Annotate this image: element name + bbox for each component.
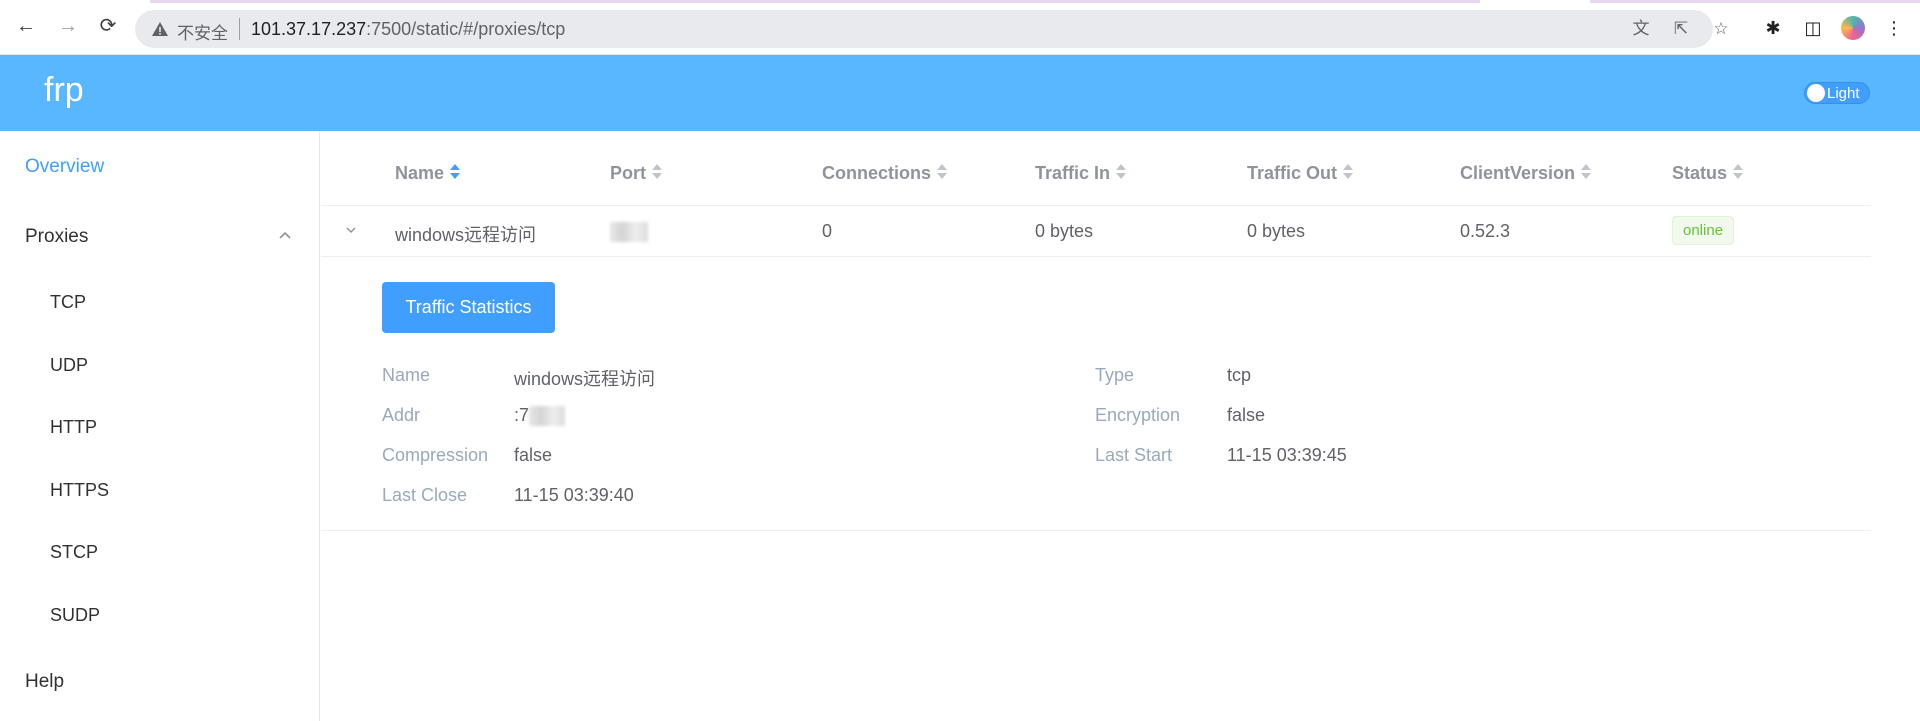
divider — [239, 18, 240, 40]
detail-value-last-start: 11-15 03:39:45 — [1227, 445, 1347, 465]
extensions-icon[interactable]: ✱ — [1761, 16, 1785, 40]
cell-traffic-in: 0 bytes — [1035, 221, 1094, 241]
sort-icon[interactable] — [1343, 164, 1354, 180]
detail-value-name: windows远程访问 — [514, 369, 656, 389]
cell-name: windows远程访问 — [395, 225, 537, 245]
address-bar[interactable]: 不安全 101.37.17.237:7500/static/#/proxies/… — [135, 10, 1729, 48]
sort-icon[interactable] — [1581, 164, 1592, 180]
addr-prefix: :7 — [514, 405, 530, 425]
sidebar-item-stcp[interactable]: STCP — [50, 542, 98, 563]
column-header-status[interactable]: Status — [1672, 163, 1744, 184]
avatar[interactable] — [1841, 16, 1865, 40]
app-header: frp Light — [0, 55, 1920, 131]
toggle-knob — [1807, 84, 1825, 102]
sidebar-item-proxies[interactable]: Proxies — [25, 226, 88, 248]
sidebar: Overview Proxies TCP UDP HTTP HTTPS STCP… — [0, 131, 320, 721]
proxies-table: Name Port Connections Traffic In Traffic… — [321, 131, 1920, 721]
column-header-traffic-out[interactable]: Traffic Out — [1247, 163, 1354, 184]
detail-label-type: Type — [1095, 365, 1135, 385]
sidebar-item-tcp[interactable]: TCP — [50, 292, 86, 313]
column-label: Traffic Out — [1247, 163, 1338, 183]
more-menu-icon[interactable]: ⋮ — [1882, 16, 1906, 40]
detail-value-type: tcp — [1227, 365, 1252, 385]
theme-toggle[interactable]: Light — [1804, 82, 1870, 104]
sort-icon[interactable] — [450, 164, 461, 180]
bookmark-star-icon[interactable]: ☆ — [1711, 19, 1731, 39]
url-path: :7500/static/#/proxies/tcp — [366, 19, 566, 39]
detail-value-compression: false — [514, 445, 553, 465]
sort-icon[interactable] — [1733, 164, 1744, 180]
table-row[interactable]: windows远程访问 0 0 bytes 0 bytes 0.52.3 onl… — [321, 206, 1871, 257]
detail-label-addr: Addr — [382, 405, 421, 425]
detail-label-name: Name — [382, 365, 431, 385]
column-header-connections[interactable]: Connections — [822, 163, 948, 184]
back-icon[interactable]: ← — [14, 14, 38, 38]
sidebar-item-http[interactable]: HTTP — [50, 417, 97, 438]
column-header-port[interactable]: Port — [610, 163, 662, 184]
redacted-addr — [529, 406, 566, 427]
cell-traffic-out: 0 bytes — [1247, 221, 1306, 241]
column-header-name[interactable]: Name — [395, 163, 461, 184]
detail-value-encryption: false — [1227, 405, 1266, 425]
column-label: Connections — [822, 163, 932, 183]
column-label: Status — [1672, 163, 1728, 183]
sidebar-item-udp[interactable]: UDP — [50, 355, 88, 376]
side-panel-icon[interactable]: ◫ — [1801, 16, 1825, 40]
forward-icon[interactable]: → — [56, 14, 80, 38]
column-label: Name — [395, 163, 445, 183]
sidebar-item-https[interactable]: HTTPS — [50, 480, 109, 501]
insecure-label[interactable]: 不安全 — [177, 19, 228, 44]
sidebar-item-overview[interactable]: Overview — [25, 156, 104, 178]
tab-strip — [0, 0, 1920, 4]
sidebar-item-sudp[interactable]: SUDP — [50, 605, 100, 626]
share-icon[interactable]: ⇱ — [1671, 19, 1691, 39]
column-label: Port — [610, 163, 646, 183]
column-label: Traffic In — [1035, 163, 1111, 183]
redacted-port — [610, 222, 648, 243]
table-header: Name Port Connections Traffic In Traffic… — [321, 163, 1871, 206]
url-text[interactable]: 101.37.17.237:7500/static/#/proxies/tcp — [251, 19, 565, 40]
brand-logo: frp — [44, 71, 84, 109]
warning-icon[interactable] — [151, 20, 169, 38]
cell-port — [610, 221, 648, 243]
detail-label-last-close: Last Close — [382, 485, 468, 505]
detail-value-addr: :7 — [514, 405, 566, 427]
translate-icon[interactable]: 文 — [1631, 19, 1651, 39]
cell-connections: 0 — [822, 221, 833, 241]
status-badge: online — [1672, 216, 1735, 245]
detail-label-encryption: Encryption — [1095, 405, 1181, 425]
cell-client-version: 0.52.3 — [1460, 221, 1511, 241]
sort-icon[interactable] — [652, 164, 662, 180]
chevron-down-icon[interactable] — [345, 224, 357, 236]
sort-icon[interactable] — [937, 164, 948, 180]
url-host: 101.37.17.237 — [251, 19, 367, 39]
chevron-up-icon[interactable] — [279, 229, 291, 241]
detail-value-last-close: 11-15 03:39:40 — [514, 485, 634, 505]
reload-icon[interactable]: ⟳ — [96, 14, 120, 38]
column-header-client-version[interactable]: ClientVersion — [1460, 163, 1592, 184]
proxy-details: Traffic Statistics Name windows远程访问 Addr… — [321, 258, 1871, 531]
traffic-statistics-button[interactable]: Traffic Statistics — [382, 282, 555, 333]
theme-label: Light — [1827, 85, 1860, 102]
column-header-traffic-in[interactable]: Traffic In — [1035, 163, 1127, 184]
sort-icon[interactable] — [1116, 164, 1127, 180]
sidebar-item-help[interactable]: Help — [25, 671, 64, 693]
detail-label-last-start: Last Start — [1095, 445, 1173, 465]
detail-label-compression: Compression — [382, 445, 489, 465]
browser-toolbar: ← → ⟳ 不安全 101.37.17.237:7500/static/#/pr… — [0, 0, 1920, 55]
column-label: ClientVersion — [1460, 163, 1576, 183]
